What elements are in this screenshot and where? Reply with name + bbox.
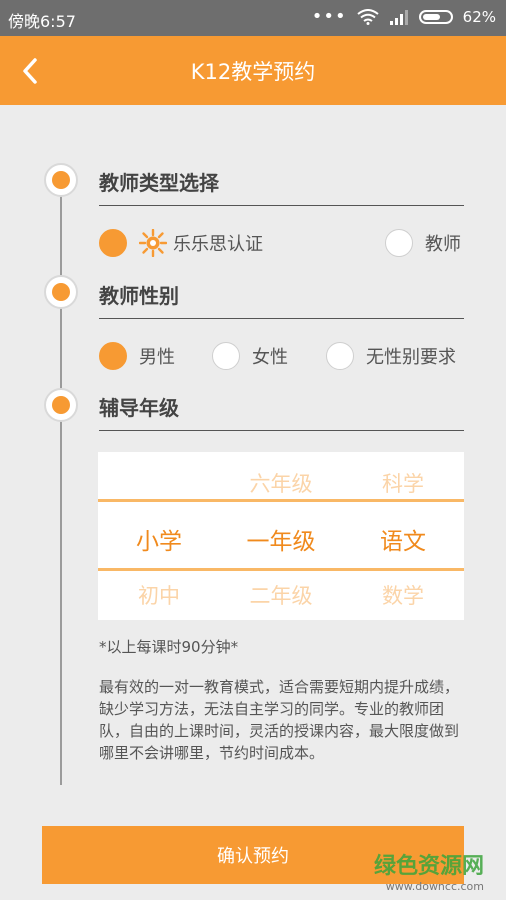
option-certified-teacher[interactable]: 乐乐思认证 (99, 229, 263, 257)
status-time: 傍晚6:57 (8, 12, 76, 31)
more-dots-icon: ••• (311, 6, 347, 27)
section-title-teacher-type: 教师类型选择 (99, 171, 219, 195)
app-bar: K12教学预约 (0, 36, 506, 105)
radio-button[interactable] (99, 342, 127, 370)
grade-picker[interactable]: 小学 初中 六年级 一年级 二年级 科学 语文 数学 (98, 452, 464, 620)
picker-grade-selected[interactable]: 一年级 (220, 522, 342, 556)
signal-icon (389, 10, 408, 25)
option-label: 教师 (425, 234, 461, 255)
section-title-grade: 辅导年级 (99, 396, 179, 420)
option-label: 无性别要求 (366, 347, 456, 368)
step-marker-gender (44, 275, 78, 309)
divider (99, 318, 464, 319)
timeline-line (60, 180, 62, 785)
option-label: 乐乐思认证 (173, 234, 263, 255)
picker-school-below[interactable]: 初中 (98, 580, 220, 610)
picker-school-selected[interactable]: 小学 (98, 522, 220, 556)
radio-button[interactable] (326, 342, 354, 370)
wifi-icon (357, 9, 379, 25)
status-bar: 傍晚6:57 ••• 62% (0, 0, 506, 36)
step-marker-grade (44, 388, 78, 422)
picker-subject-above[interactable]: 科学 (342, 468, 464, 498)
battery-icon (418, 10, 453, 24)
picker-grade-above[interactable]: 六年级 (220, 468, 342, 498)
page-title: K12教学预约 (190, 60, 316, 84)
picker-subject-below[interactable]: 数学 (342, 580, 464, 610)
battery-level: 62% (462, 8, 496, 26)
status-icons: ••• 62% (311, 6, 496, 27)
picker-selection-line-top (98, 499, 464, 502)
divider (99, 205, 464, 206)
step-marker-teacher-type (44, 163, 78, 197)
watermark-url: www.downcc.com (385, 880, 484, 893)
radio-button[interactable] (385, 229, 413, 257)
option-female[interactable]: 女性 (212, 342, 288, 370)
sun-badge-icon (139, 229, 167, 257)
service-description: 最有效的一对一教育模式，适合需要短期内提升成绩，缺少学习方法，无法自主学习的同学… (99, 678, 460, 762)
picker-subject-selected[interactable]: 语文 (342, 522, 464, 556)
option-label: 女性 (252, 347, 288, 368)
radio-button[interactable] (99, 229, 127, 257)
watermark: 绿色资源网 www.downcc.com (374, 848, 484, 893)
option-label: 男性 (139, 347, 175, 368)
option-teacher[interactable]: 教师 (385, 229, 461, 257)
option-male[interactable]: 男性 (99, 342, 175, 370)
picker-selection-line-bottom (98, 568, 464, 571)
option-no-gender-preference[interactable]: 无性别要求 (326, 342, 456, 370)
picker-grade-below[interactable]: 二年级 (220, 580, 342, 610)
radio-button[interactable] (212, 342, 240, 370)
section-title-gender: 教师性别 (99, 284, 179, 308)
divider (99, 430, 464, 431)
lesson-duration-note: *以上每课时90分钟* (99, 638, 239, 656)
watermark-text: 绿色资源网 (373, 854, 484, 879)
